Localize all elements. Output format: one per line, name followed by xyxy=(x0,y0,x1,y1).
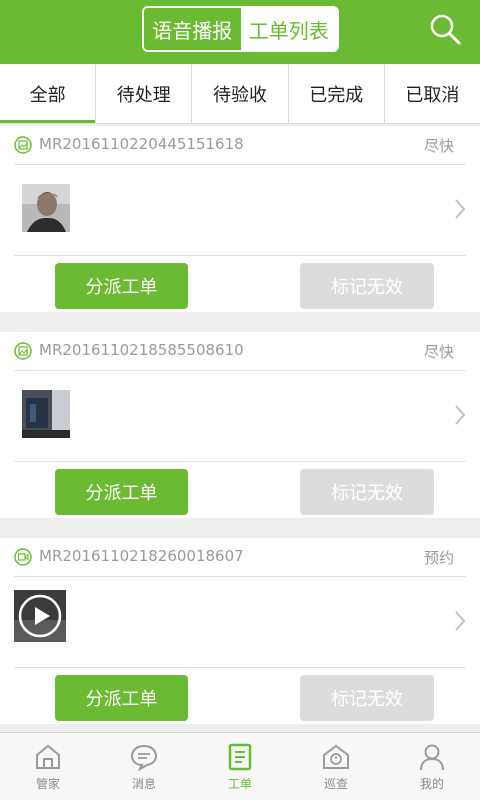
priority-label: 预约 xyxy=(423,549,454,567)
view-segmented-control: 语音播报 工单列表 xyxy=(142,6,339,52)
patrol-icon xyxy=(323,744,349,769)
message-icon xyxy=(130,744,158,771)
nav-patrol[interactable]: 巡查 xyxy=(288,733,384,800)
image-icon xyxy=(14,136,32,154)
assign-order-button[interactable]: 分派工单 xyxy=(55,469,188,515)
chevron-right-icon[interactable] xyxy=(454,404,466,426)
divider xyxy=(14,461,466,462)
workorder-icon xyxy=(228,743,252,771)
video-thumbnail[interactable] xyxy=(14,590,66,642)
image-icon xyxy=(14,342,32,360)
card-header: MR2016110218260018607 预约 xyxy=(0,538,480,576)
nav-housekeeper[interactable]: 管家 xyxy=(0,733,96,800)
nav-label: 我的 xyxy=(419,777,444,791)
tab-all[interactable]: 全部 xyxy=(0,64,97,123)
divider xyxy=(14,370,466,371)
priority-label: 尽快 xyxy=(423,137,454,155)
mark-invalid-button[interactable]: 标记无效 xyxy=(300,675,434,721)
mark-invalid-button[interactable]: 标记无效 xyxy=(300,469,434,515)
chevron-right-icon[interactable] xyxy=(454,198,466,220)
video-icon xyxy=(14,548,32,566)
tab-cancelled[interactable]: 已取消 xyxy=(385,64,480,123)
order-number: MR2016110220445151618 xyxy=(39,135,244,153)
tab-pending[interactable]: 待处理 xyxy=(96,64,193,123)
work-order-card: MR2016110218260018607 预约 分派工单 标记无效 xyxy=(0,538,480,724)
card-header: MR2016110220445151618 尽快 xyxy=(0,126,480,164)
divider xyxy=(14,667,466,668)
voice-broadcast-tab[interactable]: 语音播报 xyxy=(144,8,241,50)
mark-invalid-button[interactable]: 标记无效 xyxy=(300,263,434,309)
tab-awaiting-acceptance[interactable]: 待验收 xyxy=(192,64,289,123)
assign-order-button[interactable]: 分派工单 xyxy=(55,675,188,721)
order-number: MR2016110218260018607 xyxy=(39,547,244,565)
divider xyxy=(14,164,466,165)
photo-thumbnail[interactable] xyxy=(22,184,70,232)
divider xyxy=(14,576,466,577)
divider xyxy=(14,255,466,256)
order-number: MR2016110218585508610 xyxy=(39,341,244,359)
top-bar: 语音播报 工单列表 xyxy=(0,0,480,64)
priority-label: 尽快 xyxy=(423,343,454,361)
bottom-navigation: 管家 消息 工单 巡查 我的 xyxy=(0,732,480,800)
work-order-card: MR2016110218585508610 尽快 分派工单 标记无效 xyxy=(0,332,480,518)
nav-work-orders[interactable]: 工单 xyxy=(192,733,288,800)
assign-order-button[interactable]: 分派工单 xyxy=(55,263,188,309)
work-order-list-tab[interactable]: 工单列表 xyxy=(240,8,337,50)
nav-label: 工单 xyxy=(227,777,252,791)
card-header: MR2016110218585508610 尽快 xyxy=(0,332,480,370)
tab-completed[interactable]: 已完成 xyxy=(289,64,385,123)
chevron-right-icon[interactable] xyxy=(454,610,466,632)
nav-label: 消息 xyxy=(131,777,156,791)
nav-label: 管家 xyxy=(35,777,60,791)
nav-messages[interactable]: 消息 xyxy=(96,733,192,800)
work-order-card: MR2016110220445151618 尽快 分派工单 标记无效 xyxy=(0,126,480,312)
nav-label: 巡查 xyxy=(323,777,348,791)
home-icon xyxy=(36,744,60,769)
search-icon[interactable] xyxy=(428,12,462,46)
nav-profile[interactable]: 我的 xyxy=(384,733,480,800)
status-tabs: 全部 待处理 待验收 已完成 已取消 xyxy=(0,64,480,124)
photo-thumbnail[interactable] xyxy=(22,390,70,438)
profile-icon xyxy=(420,744,444,771)
